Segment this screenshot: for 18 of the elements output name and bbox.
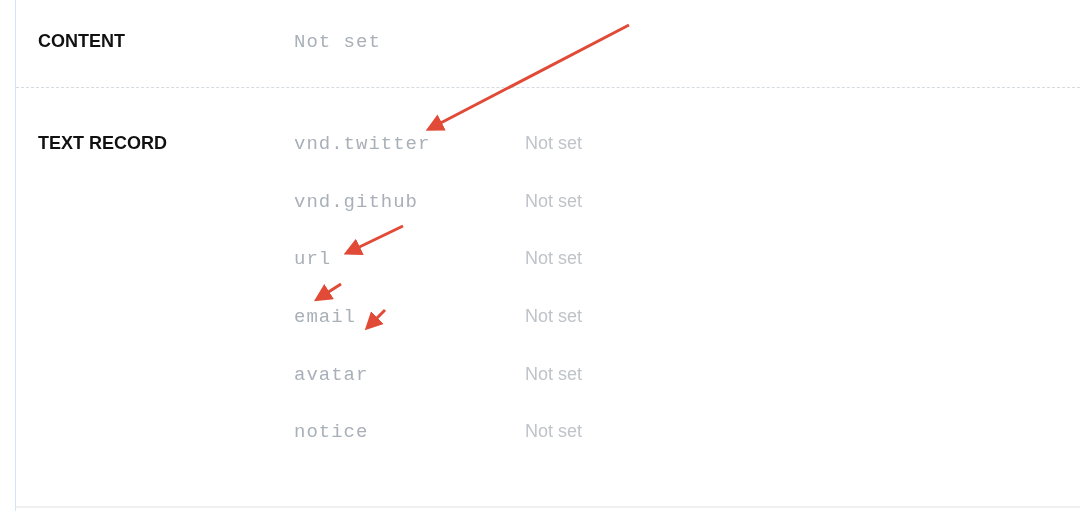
content-value: Not set [294,30,381,55]
record-value: Not set [525,420,583,444]
record-key: avatar [294,360,369,390]
record-value: Not set [525,247,583,271]
record-value: Not set [525,132,583,155]
record-key: vnd.github [294,187,419,217]
section-label: CONTENT [37,30,126,53]
record-value: Not set [525,189,583,213]
record-value: Not set [525,362,583,386]
record-key: email [294,303,356,332]
record-key: vnd.twitter [294,130,431,159]
annotation-arrow [343,224,404,255]
record-value: Not set [525,305,583,329]
annotation-arrow [364,308,387,331]
section-label: TEXT RECORD [37,132,168,155]
record-key: notice [294,418,369,447]
record-key: url [294,245,332,274]
annotation-arrow [313,282,342,302]
